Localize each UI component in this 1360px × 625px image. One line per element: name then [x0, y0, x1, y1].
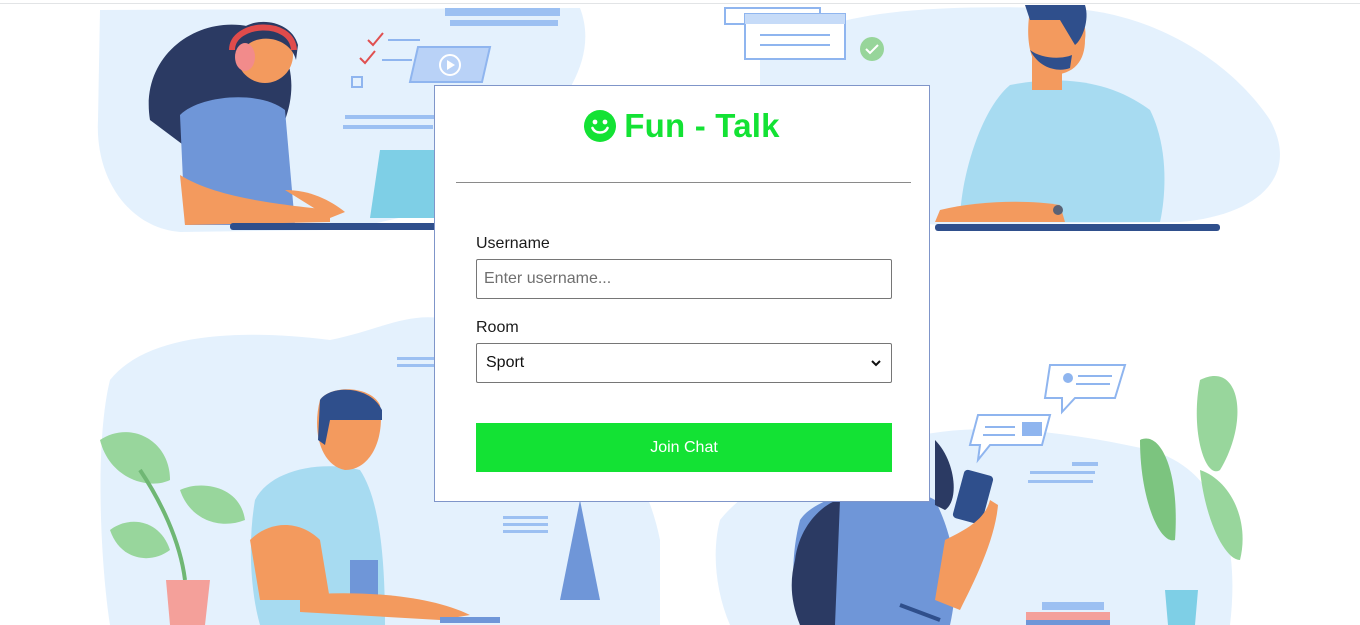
room-select[interactable]: Sport	[476, 343, 892, 383]
header-divider	[456, 182, 911, 183]
username-input[interactable]	[476, 259, 892, 299]
room-selected-value: Sport	[486, 354, 525, 371]
room-label: Room	[476, 319, 519, 336]
join-chat-card: Fun - Talk Username Room Sport Join Chat	[434, 85, 930, 502]
smiley-icon	[584, 110, 617, 142]
username-label: Username	[476, 235, 550, 252]
chevron-down-icon	[871, 360, 881, 367]
join-chat-button[interactable]: Join Chat	[476, 423, 892, 472]
brand-header: Fun - Talk	[435, 106, 929, 146]
app-title: Fun - Talk	[624, 107, 780, 144]
